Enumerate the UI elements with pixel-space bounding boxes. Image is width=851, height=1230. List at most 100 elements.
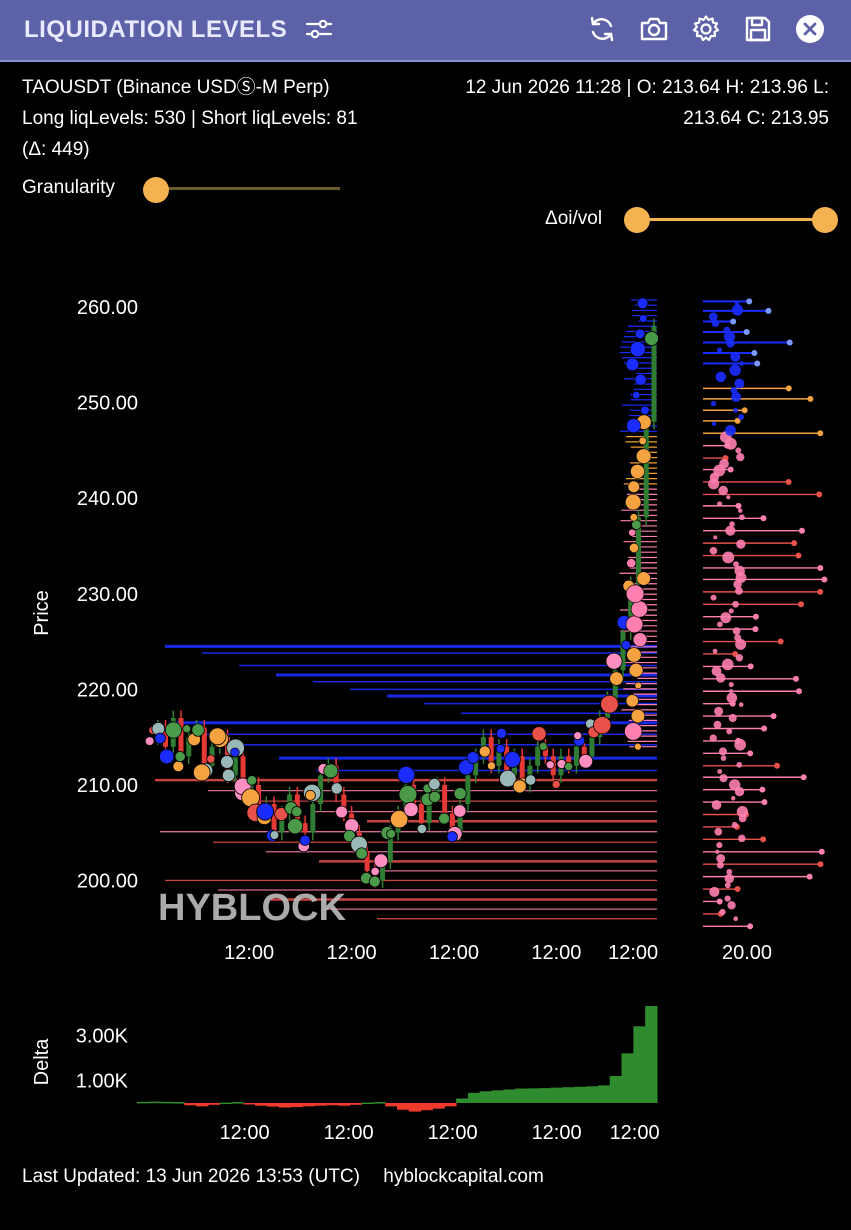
delta-line: (Δ: 449) (22, 139, 90, 160)
side-mid-dot (807, 395, 814, 402)
liq-bubble (512, 779, 527, 794)
side-short-dot (754, 360, 761, 367)
time-tick-label: 12:00 (429, 942, 479, 964)
candle-body (418, 804, 424, 824)
side-short-dot (765, 307, 772, 314)
sliders-icon[interactable] (302, 12, 336, 46)
liq-bubble (593, 716, 612, 735)
liq-bubble (639, 314, 648, 323)
liq-bubble (323, 763, 339, 779)
liq-bubble (635, 448, 652, 464)
candle-body (573, 746, 579, 766)
delta-bar (586, 1086, 599, 1103)
side-cluster-dot (717, 501, 723, 507)
granularity-track[interactable] (156, 187, 340, 190)
side-long-dot (818, 848, 825, 855)
liq-bubble (620, 640, 631, 651)
side-long-dot (761, 725, 768, 732)
delta-bar (196, 1103, 209, 1107)
camera-icon[interactable] (637, 12, 671, 46)
liq-bubble (626, 647, 642, 663)
liq-bubble (453, 804, 467, 818)
liq-bubble (624, 722, 643, 741)
liq-bubble (605, 652, 623, 670)
liq-bubble (246, 775, 258, 786)
side-cluster-dot (727, 901, 736, 910)
liq-bubble (158, 748, 175, 765)
liq-bubble (368, 875, 381, 888)
side-cluster-dot (726, 728, 733, 735)
side-cluster-dot (719, 908, 726, 916)
side-long-dot (806, 873, 813, 880)
side-short-dot (786, 339, 793, 346)
side-long-dot (817, 861, 824, 868)
side-long-dot (770, 713, 777, 720)
liq-bubble (638, 436, 647, 445)
side-cluster-dot (711, 666, 722, 677)
side-long-dot (735, 502, 742, 509)
liq-bubble (370, 866, 380, 877)
liq-bubble (335, 805, 348, 819)
liq-bubble (269, 830, 280, 840)
delta-bar (148, 1101, 162, 1104)
price-tick-label: 200.00 (77, 870, 138, 892)
delta-bar (562, 1087, 575, 1103)
delta-bar (326, 1103, 339, 1106)
ohlc-line-1: 12 Jun 2026 11:28 | O: 213.64 H: 213.96 … (465, 77, 829, 98)
liq-bubble (600, 694, 619, 714)
side-short-dot (751, 349, 758, 356)
delta-bar (633, 1026, 646, 1103)
liq-bubble (635, 328, 646, 339)
granularity-slider-knob[interactable] (143, 177, 169, 203)
side-cluster-dot (716, 842, 723, 849)
price-tick-label: 230.00 (77, 584, 138, 606)
side-long-dot (752, 613, 759, 620)
liq-bubble (154, 732, 166, 745)
side-cluster-dot (728, 682, 734, 688)
refresh-icon[interactable] (585, 12, 619, 46)
delta-bar (479, 1091, 493, 1103)
side-cluster-dot (737, 508, 743, 513)
liq-bubble (373, 853, 389, 869)
liq-bubble (446, 831, 458, 843)
delta-bar (432, 1103, 445, 1109)
liq-bubble (428, 777, 441, 791)
side-cluster-dot (719, 458, 729, 469)
price-axis-ticks: 260.00 250.00 240.00 230.00 220.00 210.00 200.… (77, 297, 138, 892)
side-cluster-dot (738, 514, 745, 521)
liq-bubble (538, 741, 548, 751)
delta-bar (609, 1075, 623, 1103)
side-cluster-dot (736, 452, 745, 462)
side-cluster-dot (709, 312, 718, 321)
side-cluster-dot (736, 805, 749, 818)
delta-bars (137, 1006, 658, 1112)
liq-bubble (634, 742, 642, 751)
liq-bubble (230, 747, 240, 758)
delta-chart[interactable]: Delta 3.00K1.00K 12:00 12:00 12:00 12:00 12:… (0, 1000, 851, 1160)
symbol-info: TAOUSDT (Binance USDⓈ-M Perp) Long liqLe… (22, 72, 358, 165)
liq-levels-line: Long liqLevels: 530 | Short liqLevels: 8… (22, 108, 358, 129)
liq-bubble (206, 754, 216, 764)
doi-vol-track[interactable] (637, 218, 825, 221)
liq-bubble (625, 357, 640, 372)
liq-bubble (630, 600, 648, 618)
side-cluster-dot (722, 551, 735, 564)
delta-bar (314, 1103, 327, 1106)
delta-bar (290, 1103, 303, 1108)
delta-bar (503, 1089, 516, 1103)
side-long-dot (791, 540, 798, 547)
delta-bar (231, 1102, 244, 1104)
save-icon[interactable] (741, 12, 775, 46)
side-mid-dot (785, 385, 792, 392)
close-icon[interactable] (793, 12, 827, 46)
site-link[interactable]: hyblockcapital.com (383, 1166, 544, 1187)
side-long-dot (761, 799, 768, 806)
gear-icon[interactable] (689, 12, 723, 46)
side-cluster-dot (734, 565, 745, 577)
liq-bubble (525, 774, 537, 786)
delta-time-tick-label: 12:00 (324, 1122, 374, 1144)
side-cluster-dot (719, 774, 728, 783)
side-cluster-dot (729, 779, 741, 791)
side-cluster-dot (711, 800, 722, 810)
delta-bar (302, 1103, 315, 1107)
